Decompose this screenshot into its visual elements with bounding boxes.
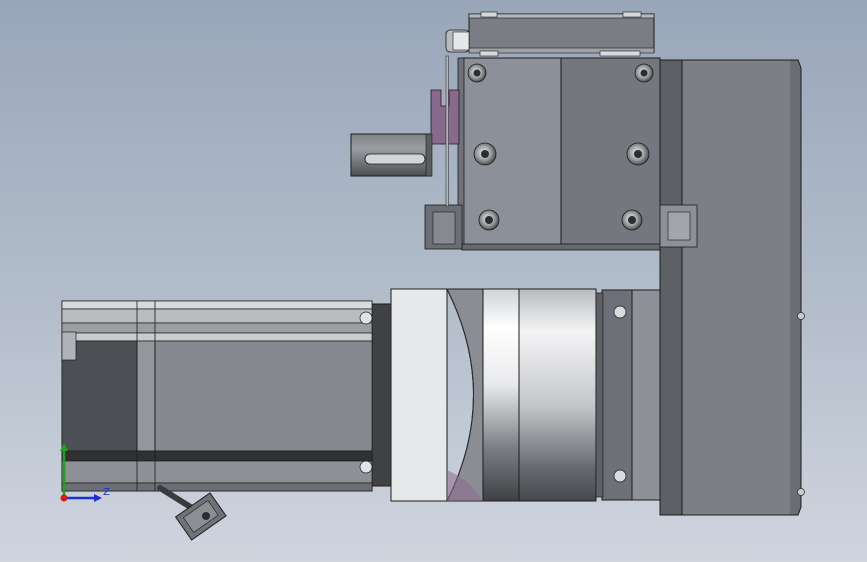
gearbox-assembly[interactable] (390, 288, 661, 502)
output-shaft[interactable] (350, 133, 433, 177)
cable-connector[interactable] (157, 485, 227, 541)
sensor-bracket[interactable] (430, 55, 460, 207)
stepper-motor[interactable] (61, 300, 392, 492)
cad-model-view[interactable] (0, 0, 867, 562)
mounting-plate[interactable] (659, 59, 805, 516)
top-bracket[interactable] (445, 11, 655, 57)
upper-actuator-block[interactable] (424, 57, 698, 251)
z-axis-label: Z (103, 487, 110, 498)
